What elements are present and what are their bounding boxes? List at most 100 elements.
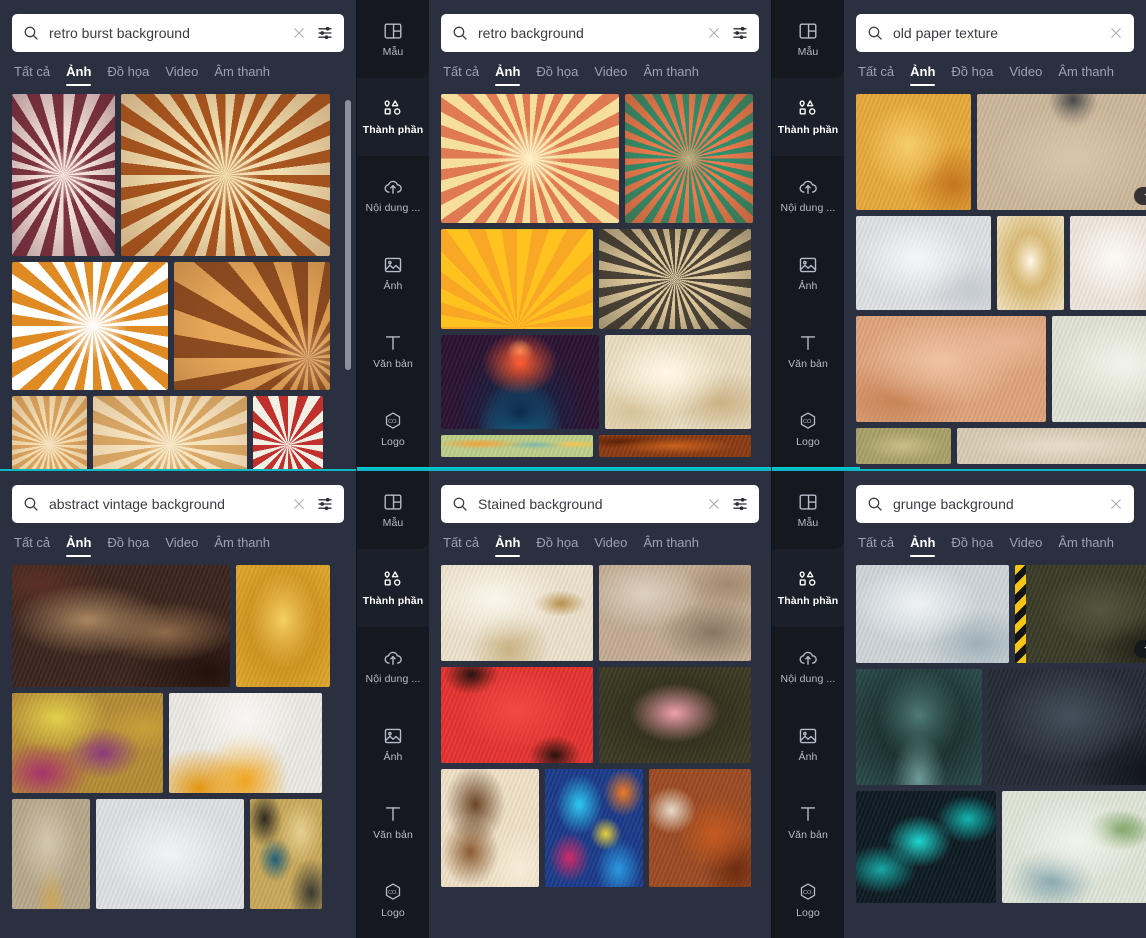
tab-m-thanh[interactable]: Âm thanh [643,64,699,86]
tab-h-a[interactable]: Đồ họa [536,535,578,557]
image-thumbnail[interactable] [605,335,751,429]
close-icon[interactable] [291,496,307,512]
image-thumbnail[interactable] [236,565,330,687]
search-bar[interactable]: Stained background [441,485,759,523]
image-thumbnail[interactable] [625,94,753,223]
sidebar-item-logo[interactable]: CO. Logo [357,861,429,938]
close-icon[interactable] [291,25,307,41]
sidebar-item-th-nh-ph-n[interactable]: Thành phần [357,549,429,627]
tab-h-a[interactable]: Đồ họa [536,64,578,86]
sidebar-item-logo[interactable]: CO. Logo [357,390,429,468]
image-thumbnail[interactable] [599,667,751,763]
tab-h-a[interactable]: Đồ họa [107,64,149,86]
search-input[interactable]: Stained background [478,496,697,512]
tab-video[interactable]: Video [594,64,627,86]
image-thumbnail[interactable] [977,94,1146,210]
tab-video[interactable]: Video [1009,64,1042,86]
image-thumbnail[interactable] [599,435,751,457]
image-thumbnail[interactable] [250,799,322,909]
image-thumbnail[interactable] [93,396,247,469]
image-thumbnail[interactable] [649,769,751,887]
search-bar[interactable]: retro burst background [12,14,344,52]
search-input[interactable]: retro background [478,25,697,41]
search-bar[interactable]: old paper texture [856,14,1134,52]
search-input[interactable]: grunge background [893,496,1099,512]
image-thumbnail[interactable] [96,799,244,909]
close-icon[interactable] [1108,496,1124,512]
sidebar-item-nh[interactable]: Ảnh [357,234,429,312]
sliders-icon[interactable] [316,495,334,513]
tab-nh[interactable]: Ảnh [66,64,92,86]
search-bar[interactable]: abstract vintage background [12,485,344,523]
tab-m-thanh[interactable]: Âm thanh [214,64,270,86]
image-thumbnail[interactable] [12,94,115,256]
tab-t-t-c[interactable]: Tất cả [858,535,894,557]
sidebar-item-m-u[interactable]: Mẫu [357,471,429,549]
image-thumbnail[interactable] [12,565,230,687]
tab-m-thanh[interactable]: Âm thanh [643,535,699,557]
search-bar[interactable]: retro background [441,14,759,52]
sidebar-item-nh[interactable]: Ảnh [772,234,844,312]
tab-t-t-c[interactable]: Tất cả [14,535,50,557]
tab-h-a[interactable]: Đồ họa [951,535,993,557]
tab-nh[interactable]: Ảnh [66,535,92,557]
tab-video[interactable]: Video [165,64,198,86]
image-thumbnail[interactable] [12,693,163,793]
close-icon[interactable] [1108,25,1124,41]
image-thumbnail[interactable] [1002,791,1146,903]
tab-video[interactable]: Video [165,535,198,557]
search-input[interactable]: abstract vintage background [49,496,282,512]
tab-m-thanh[interactable]: Âm thanh [1058,535,1114,557]
sidebar-item-th-nh-ph-n[interactable]: Thành phần [357,78,429,156]
sliders-icon[interactable] [731,495,749,513]
sidebar-item-v-n-b-n[interactable]: Văn bản [772,312,844,390]
image-thumbnail[interactable] [1052,316,1146,422]
sidebar-item-th-nh-ph-n[interactable]: Thành phần [772,78,844,156]
image-thumbnail[interactable] [441,769,539,887]
sidebar-item-n-i-dung[interactable]: Nội dung ... [772,627,844,705]
image-thumbnail[interactable] [12,799,90,909]
image-thumbnail[interactable] [957,428,1146,464]
panel-scrollbar[interactable] [345,100,351,370]
image-thumbnail[interactable] [169,693,322,793]
image-thumbnail[interactable] [856,428,951,464]
tab-nh[interactable]: Ảnh [910,64,936,86]
image-thumbnail[interactable] [856,94,971,210]
image-thumbnail[interactable] [1070,216,1146,310]
sidebar-item-nh[interactable]: Ảnh [357,705,429,783]
close-icon[interactable] [706,25,722,41]
search-input[interactable]: retro burst background [49,25,282,41]
image-thumbnail[interactable] [856,216,991,310]
search-input[interactable]: old paper texture [893,25,1099,41]
sliders-icon[interactable] [316,24,334,42]
tab-t-t-c[interactable]: Tất cả [858,64,894,86]
tab-m-thanh[interactable]: Âm thanh [1058,64,1114,86]
sidebar-item-n-i-dung[interactable]: Nội dung ... [772,156,844,234]
image-thumbnail[interactable] [174,262,330,390]
tab-video[interactable]: Video [594,535,627,557]
image-thumbnail[interactable] [856,669,982,785]
sidebar-item-th-nh-ph-n[interactable]: Thành phần [772,549,844,627]
image-thumbnail[interactable] [121,94,330,256]
image-thumbnail[interactable] [441,94,619,223]
image-thumbnail[interactable] [599,229,751,329]
image-thumbnail[interactable] [599,565,751,661]
sidebar-item-logo[interactable]: CO. Logo [772,861,844,938]
tab-t-t-c[interactable]: Tất cả [443,64,479,86]
tab-t-t-c[interactable]: Tất cả [443,535,479,557]
tab-t-t-c[interactable]: Tất cả [14,64,50,86]
image-thumbnail[interactable] [856,316,1046,422]
image-thumbnail[interactable] [856,565,1009,663]
image-thumbnail[interactable] [253,396,323,469]
sidebar-item-v-n-b-n[interactable]: Văn bản [357,783,429,861]
image-thumbnail[interactable] [545,769,643,887]
image-thumbnail[interactable] [441,667,593,763]
image-thumbnail[interactable] [856,791,996,903]
sidebar-item-m-u[interactable]: Mẫu [772,0,844,78]
image-thumbnail[interactable] [441,435,593,457]
image-thumbnail[interactable] [12,262,168,390]
image-thumbnail[interactable] [12,396,87,469]
tab-nh[interactable]: Ảnh [910,535,936,557]
tab-nh[interactable]: Ảnh [495,64,521,86]
image-thumbnail[interactable] [988,669,1146,785]
